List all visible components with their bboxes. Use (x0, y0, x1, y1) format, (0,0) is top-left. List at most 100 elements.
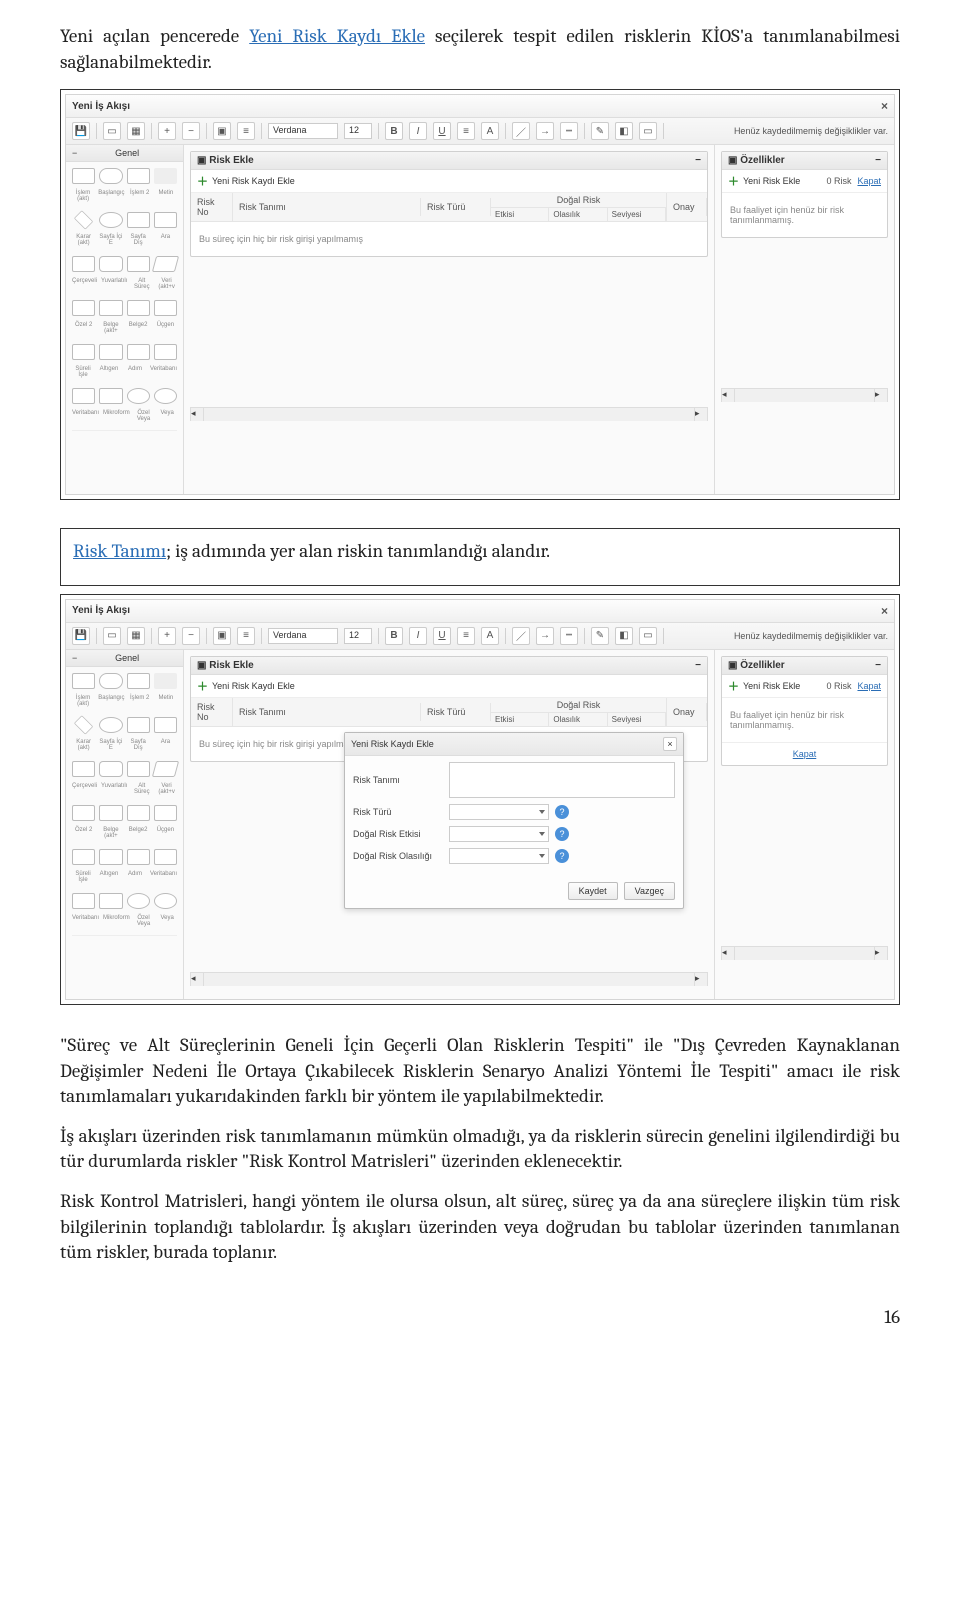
border-icon[interactable]: ▭ (639, 627, 657, 645)
zoom-out-icon[interactable]: − (182, 122, 200, 140)
risk-tanimi-link[interactable]: Risk Tanımı (73, 540, 166, 562)
shape-veya[interactable] (154, 388, 177, 404)
align-icon[interactable]: ≡ (237, 627, 255, 645)
shape-sureli[interactable] (72, 849, 95, 865)
shape-mikroform[interactable] (99, 893, 122, 909)
scroll-left-icon[interactable]: ◂ (190, 408, 204, 421)
shape-karar[interactable] (74, 211, 93, 230)
risk-turu-select[interactable] (449, 804, 549, 820)
shape-altigen[interactable] (99, 344, 122, 360)
dogal-risk-etkisi-select[interactable] (449, 826, 549, 842)
yeni-risk-ekle-button[interactable]: Yeni Risk Ekle (743, 176, 800, 186)
shape-belge2[interactable] (127, 805, 150, 821)
font-size-input[interactable]: 12 (344, 123, 372, 139)
shape-ozel-veya[interactable] (127, 893, 150, 909)
shape-mikroform[interactable] (99, 388, 122, 404)
fit-icon[interactable]: ▭ (103, 122, 121, 140)
fit-icon[interactable]: ▭ (103, 627, 121, 645)
shape-ozel-veya[interactable] (127, 388, 150, 404)
vazgec-button[interactable]: Vazgeç (624, 882, 675, 900)
shape-ozel2[interactable] (72, 300, 95, 316)
shape-adim[interactable] (127, 344, 150, 360)
arrow-icon[interactable]: → (536, 627, 554, 645)
shape-metin[interactable] (154, 168, 177, 184)
shape-veritabani2[interactable] (72, 893, 95, 909)
shape-baslangic[interactable] (99, 168, 122, 184)
shape-sayfa-ici[interactable] (99, 212, 122, 228)
yeni-risk-kaydi-ekle-button[interactable]: ＋ Yeni Risk Kaydı Ekle (191, 170, 707, 193)
help-icon[interactable]: ? (555, 827, 569, 841)
shape-belge2[interactable] (127, 300, 150, 316)
shape-sayfa-dis[interactable] (127, 717, 150, 733)
shape-ucgen[interactable] (154, 300, 177, 316)
kaydet-button[interactable]: Kaydet (568, 882, 618, 900)
kapat-button[interactable]: Kapat (857, 176, 881, 186)
dash-icon[interactable]: ┅ (560, 122, 578, 140)
border-icon[interactable]: ▭ (639, 122, 657, 140)
shape-veri[interactable] (152, 761, 180, 777)
shape-cerceveli[interactable] (72, 761, 95, 777)
shape-karar[interactable] (74, 715, 93, 734)
fill-icon[interactable]: ◧ (615, 627, 633, 645)
align-icon[interactable]: ≡ (237, 122, 255, 140)
arrow-icon[interactable]: → (536, 122, 554, 140)
shape-cerceveli[interactable] (72, 256, 95, 272)
shape-altigen[interactable] (99, 849, 122, 865)
shape-ara[interactable] (154, 212, 177, 228)
shape-veritabani[interactable] (154, 344, 177, 360)
line-icon[interactable]: ／ (512, 627, 530, 645)
shape-ozel2[interactable] (72, 805, 95, 821)
align-left-icon[interactable]: ≡ (457, 627, 475, 645)
shape-veritabani2[interactable] (72, 388, 95, 404)
dialog-close-icon[interactable]: × (663, 737, 677, 751)
shape-veri[interactable] (152, 256, 180, 272)
yeni-risk-kaydi-ekle-button[interactable]: ＋ Yeni Risk Kaydı Ekle (191, 675, 707, 698)
bold-icon[interactable]: B (385, 627, 403, 645)
shape-islem[interactable] (72, 168, 95, 184)
font-size-input[interactable]: 12 (344, 628, 372, 644)
horizontal-scrollbar[interactable]: ◂ ▸ (190, 407, 708, 421)
shape-belge[interactable] (99, 300, 122, 316)
horizontal-scrollbar[interactable]: ◂▸ (721, 388, 888, 402)
zoom-out-icon[interactable]: − (182, 627, 200, 645)
align-left-icon[interactable]: ≡ (457, 122, 475, 140)
yeni-risk-kaydi-ekle-link[interactable]: Yeni Risk Kaydı Ekle (249, 25, 425, 47)
underline-icon[interactable]: U (433, 122, 451, 140)
shape-sayfa-dis[interactable] (127, 212, 150, 228)
italic-icon[interactable]: I (409, 122, 427, 140)
shape-baslangic[interactable] (99, 673, 122, 689)
panel-collapse-icon[interactable]: − (695, 660, 701, 671)
shape-sureli[interactable] (72, 344, 95, 360)
help-icon[interactable]: ? (555, 805, 569, 819)
close-icon[interactable]: × (881, 604, 888, 618)
panel-collapse-icon[interactable]: − (695, 155, 701, 166)
scroll-right-icon[interactable]: ▸ (694, 408, 708, 421)
shape-alt-surec[interactable] (127, 256, 150, 272)
pencil-icon[interactable]: ✎ (591, 122, 609, 140)
shape-sayfa-ici[interactable] (99, 717, 122, 733)
kapat-button[interactable]: Kapat (857, 681, 881, 691)
horizontal-scrollbar[interactable]: ◂▸ (721, 946, 888, 960)
underline-icon[interactable]: U (433, 627, 451, 645)
pencil-icon[interactable]: ✎ (591, 627, 609, 645)
shape-ara[interactable] (154, 717, 177, 733)
layer-icon[interactable]: ▣ (213, 122, 231, 140)
risk-tanimi-input[interactable] (449, 762, 675, 798)
panel-collapse-icon[interactable]: − (875, 155, 881, 166)
bold-icon[interactable]: B (385, 122, 403, 140)
dogal-risk-olasiligi-select[interactable] (449, 848, 549, 864)
italic-icon[interactable]: I (409, 627, 427, 645)
save-icon[interactable]: 💾 (72, 122, 90, 140)
zoom-in-icon[interactable]: + (158, 627, 176, 645)
dash-icon[interactable]: ┅ (560, 627, 578, 645)
layer-icon[interactable]: ▣ (213, 627, 231, 645)
shape-veya[interactable] (154, 893, 177, 909)
close-icon[interactable]: × (881, 99, 888, 113)
shape-metin[interactable] (154, 673, 177, 689)
font-color-icon[interactable]: A (481, 122, 499, 140)
save-icon[interactable]: 💾 (72, 627, 90, 645)
shape-islem2[interactable] (127, 168, 150, 184)
shape-islem[interactable] (72, 673, 95, 689)
font-color-icon[interactable]: A (481, 627, 499, 645)
font-select[interactable]: Verdana (268, 628, 338, 644)
